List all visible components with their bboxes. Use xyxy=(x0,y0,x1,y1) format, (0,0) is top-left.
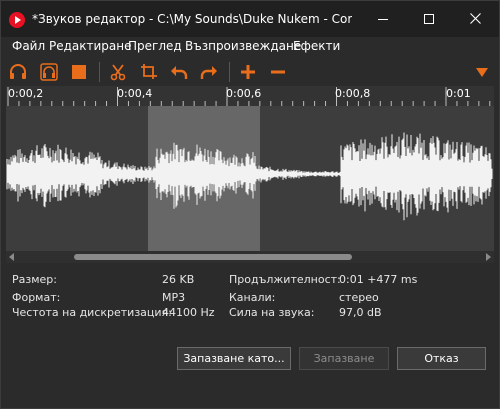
menu-effects[interactable]: Ефекти xyxy=(293,39,340,53)
waveform-canvas[interactable] xyxy=(6,106,494,251)
format-label: Формат: xyxy=(12,291,61,304)
crop-icon xyxy=(141,64,157,79)
play-button[interactable] xyxy=(7,61,29,83)
redo-icon xyxy=(200,66,217,79)
stop-icon xyxy=(72,65,86,79)
headphones-icon xyxy=(10,64,26,79)
save-button[interactable]: Запазване xyxy=(299,347,389,370)
cut-button[interactable] xyxy=(107,61,129,83)
crop-button[interactable] xyxy=(138,61,160,83)
remove-button[interactable] xyxy=(267,61,289,83)
tick-label: 0:01 xyxy=(446,87,471,100)
volume-label: Сила на звука: xyxy=(229,306,315,319)
dropdown-arrow-icon xyxy=(476,68,488,77)
size-value: 26 KB xyxy=(162,273,195,286)
minimize-button[interactable] xyxy=(360,1,406,37)
toolbar-separator xyxy=(229,62,230,82)
sample-rate-value: 44100 Hz xyxy=(162,306,215,319)
scroll-left-icon[interactable] xyxy=(8,253,16,261)
add-button[interactable] xyxy=(237,61,259,83)
menu-file[interactable]: Файл xyxy=(12,39,45,53)
volume-value: 97,0 dB xyxy=(339,306,382,319)
remove-icon xyxy=(271,70,285,74)
toolbar-separator xyxy=(99,62,100,82)
horizontal-scrollbar[interactable] xyxy=(6,251,494,263)
menu-playback[interactable]: Възпроизвеждане xyxy=(185,39,301,53)
close-button[interactable] xyxy=(453,1,499,37)
maximize-icon xyxy=(424,14,434,24)
add-icon xyxy=(241,65,255,79)
redo-button[interactable] xyxy=(198,61,220,83)
title-bar: *Звуков редактор - C:\My Sounds\Duke Nuk… xyxy=(1,1,499,37)
scrollbar-thumb[interactable] xyxy=(74,254,353,260)
stop-button[interactable] xyxy=(68,61,90,83)
file-info-panel: Размер: 26 KB Продължителност: 0:01 +477… xyxy=(1,269,499,329)
minimize-icon xyxy=(378,19,388,20)
save-as-button[interactable]: Запазване като... xyxy=(177,347,291,370)
channels-value: стерео xyxy=(339,291,379,304)
menu-bar: Файл Редактиране Преглед Възпроизвеждане… xyxy=(1,37,499,57)
duration-label: Продължителност: xyxy=(229,273,341,286)
size-label: Размер: xyxy=(12,273,57,286)
menu-view[interactable]: Преглед xyxy=(128,39,182,53)
menu-edit[interactable]: Редактиране xyxy=(49,39,132,53)
undo-icon xyxy=(171,66,188,79)
close-icon xyxy=(470,13,481,24)
cut-icon xyxy=(110,64,126,81)
duration-value: 0:01 +477 ms xyxy=(339,273,418,286)
tick-label: 0:00,2 xyxy=(8,87,44,100)
sample-rate-label: Честота на дискретизация: xyxy=(12,306,172,319)
tick-label: 0:00,4 xyxy=(117,87,153,100)
timeline-ruler[interactable]: 0:00,2 0:00,4 0:00,6 0:00,8 0:01 xyxy=(6,86,494,106)
waveform xyxy=(6,132,493,221)
toolbar xyxy=(1,58,499,86)
headphones-selection-icon xyxy=(40,63,58,81)
maximize-button[interactable] xyxy=(406,1,452,37)
app-play-icon xyxy=(9,12,25,28)
cancel-button[interactable]: Отказ xyxy=(397,347,486,370)
format-value: MP3 xyxy=(162,291,186,304)
window-title: *Звуков редактор - C:\My Sounds\Duke Nuk… xyxy=(32,12,352,26)
undo-button[interactable] xyxy=(168,61,190,83)
channels-label: Канали: xyxy=(229,291,276,304)
play-selection-button[interactable] xyxy=(38,61,60,83)
tick-label: 0:00,6 xyxy=(226,87,262,100)
sound-editor-window: *Звуков редактор - C:\My Sounds\Duke Nuk… xyxy=(0,0,500,409)
more-options-button[interactable] xyxy=(471,61,493,83)
tick-label: 0:00,8 xyxy=(335,87,371,100)
scroll-right-icon[interactable] xyxy=(484,253,492,261)
